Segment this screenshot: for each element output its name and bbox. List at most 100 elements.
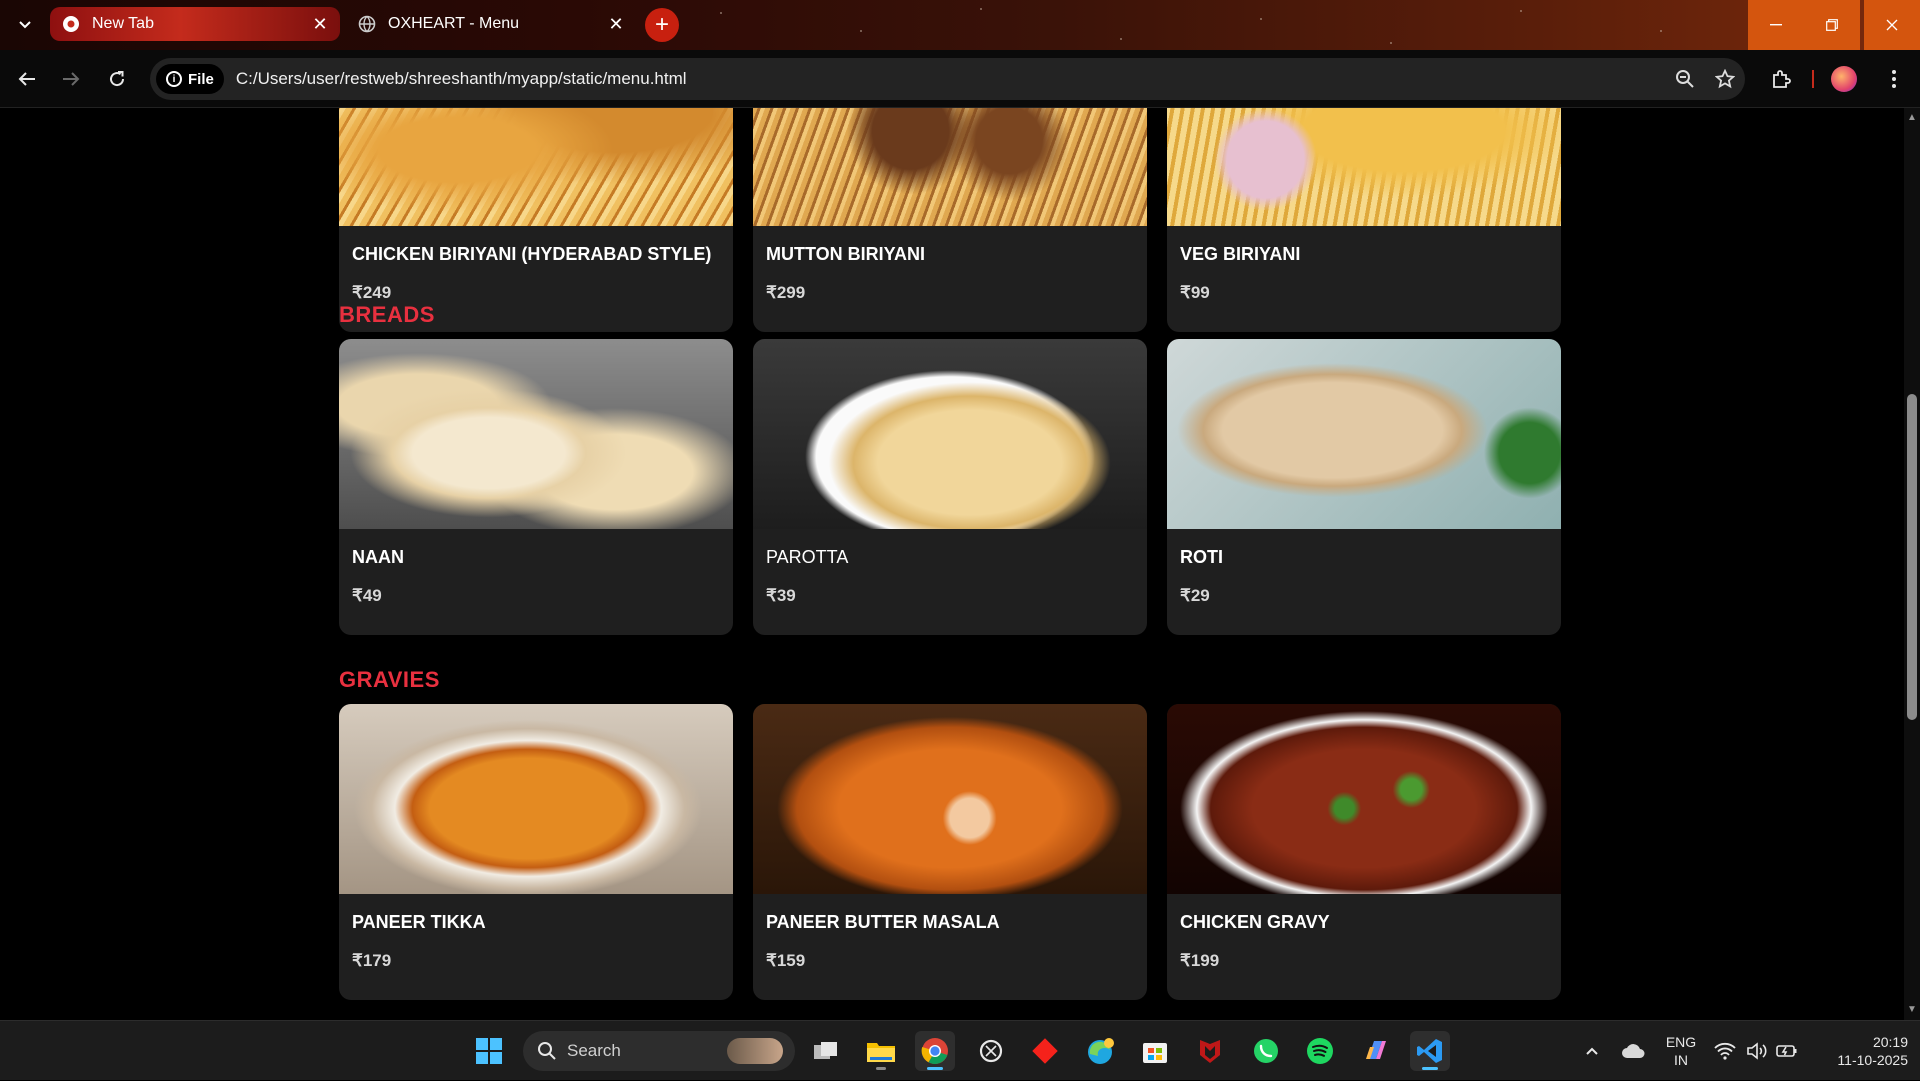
tab-oxheart-menu[interactable]: OXHEART - Menu ✕ [346, 7, 636, 41]
mcafee-button[interactable] [1190, 1031, 1230, 1071]
volume-button[interactable] [1744, 1021, 1770, 1081]
star-icon [1715, 69, 1735, 89]
taskbar-search[interactable]: Search [523, 1031, 795, 1071]
item-name: PANEER BUTTER MASALA [766, 912, 1000, 932]
volume-icon [1747, 1042, 1767, 1060]
whatsapp-icon [1254, 1039, 1278, 1063]
toolbar-separator [1812, 70, 1814, 88]
copilot-button[interactable] [1356, 1031, 1396, 1071]
browser-title-bar: New Tab ✕ OXHEART - Menu ✕ + [0, 0, 1920, 50]
task-view-icon [814, 1042, 837, 1059]
puzzle-icon [1773, 70, 1791, 88]
search-icon [538, 1042, 556, 1060]
item-price: ₹39 [766, 586, 796, 605]
spotify-icon [1307, 1038, 1333, 1064]
url-text[interactable]: C:/Users/user/restweb/shreeshanth/myapp/… [236, 69, 1665, 89]
item-name: MUTTON BIRIYANI [766, 244, 926, 264]
plus-icon: + [654, 11, 669, 38]
task-view-button[interactable] [806, 1031, 846, 1071]
copilot-icon [1366, 1041, 1386, 1059]
minimize-button[interactable] [1748, 0, 1804, 50]
close-icon[interactable]: ✕ [602, 10, 630, 38]
new-tab-button[interactable]: + [645, 8, 679, 42]
scroll-thumb[interactable] [1907, 394, 1917, 720]
close-window-button[interactable] [1864, 0, 1920, 50]
page-viewport: CHICKEN BIRIYANI (HYDERABAD STYLE) ₹249 … [0, 108, 1904, 1020]
item-name: CHICKEN BIRIYANI (HYDERABAD STYLE) [352, 244, 712, 264]
vscode-button[interactable] [1410, 1031, 1450, 1071]
restore-icon [1826, 19, 1838, 31]
menu-card[interactable]: CHICKEN BIRIYANI (HYDERABAD STYLE) ₹249 [339, 108, 733, 332]
section-title: BREADS [339, 302, 435, 327]
tab-title: OXHEART - Menu [388, 15, 520, 32]
mcafee-icon [1200, 1040, 1220, 1063]
food-image [339, 339, 733, 529]
network-button[interactable] [1712, 1021, 1738, 1081]
item-price: ₹199 [1180, 951, 1220, 970]
forward-button[interactable] [54, 62, 88, 96]
menu-card[interactable]: CHICKEN GRAVY ₹199 [1167, 704, 1561, 1000]
zoom-icon [1676, 70, 1694, 88]
chatgpt-button[interactable] [971, 1031, 1011, 1071]
wifi-icon [1714, 1042, 1736, 1060]
browser-toolbar: i File C:/Users/user/restweb/shreeshanth… [0, 50, 1920, 108]
browser-menu-button[interactable] [1876, 62, 1912, 96]
clock[interactable]: 20:19 11-10-2025 [1812, 1021, 1908, 1081]
zoom-button[interactable] [1665, 59, 1705, 99]
windows-logo-icon [476, 1038, 502, 1064]
restore-button[interactable] [1804, 0, 1860, 50]
scroll-up-icon[interactable]: ▲ [1904, 112, 1920, 124]
battery-charging-icon [1776, 1045, 1797, 1057]
search-highlight-image [727, 1038, 783, 1064]
item-price: ₹29 [1180, 586, 1210, 605]
address-bar[interactable]: i File C:/Users/user/restweb/shreeshanth… [150, 58, 1745, 100]
file-explorer-icon [867, 1043, 895, 1062]
back-button[interactable] [10, 62, 44, 96]
item-price: ₹299 [766, 283, 806, 302]
close-icon[interactable]: ✕ [306, 10, 334, 38]
reload-button[interactable] [100, 62, 134, 96]
menu-card[interactable]: MUTTON BIRIYANI ₹299 [753, 108, 1147, 332]
close-icon [1886, 19, 1898, 31]
spotify-button[interactable] [1300, 1031, 1340, 1071]
chrome-icon [921, 1038, 948, 1065]
language-code: ENG [1665, 1034, 1697, 1050]
more-vertical-icon [1892, 70, 1896, 88]
menu-card[interactable]: PANEER BUTTER MASALA ₹159 [753, 704, 1147, 1000]
site-chip-label: File [188, 70, 214, 88]
show-hidden-icons-button[interactable] [1580, 1021, 1604, 1081]
git-button[interactable] [1025, 1031, 1065, 1071]
extensions-button[interactable] [1763, 62, 1799, 96]
whatsapp-button[interactable] [1246, 1031, 1286, 1071]
scroll-down-icon[interactable]: ▼ [1904, 1004, 1920, 1016]
menu-card[interactable]: VEG BIRIYANI ₹99 [1167, 108, 1561, 332]
edge-button[interactable] [1081, 1031, 1121, 1071]
battery-button[interactable] [1774, 1021, 1800, 1081]
menu-card[interactable]: PANEER TIKKA ₹179 [339, 704, 733, 1000]
menu-card[interactable]: ROTI ₹29 [1167, 339, 1561, 635]
chatgpt-icon [979, 1039, 1003, 1063]
menu-card[interactable]: PAROTTA ₹39 [753, 339, 1147, 635]
vertical-scrollbar[interactable]: ▲ ▼ [1904, 108, 1920, 1020]
menu-card[interactable]: NAAN ₹49 [339, 339, 733, 635]
language-indicator[interactable]: ENG IN [1664, 1021, 1698, 1081]
food-image [339, 704, 733, 894]
section-title: GRAVIES [339, 667, 440, 692]
microsoft-store-button[interactable] [1135, 1031, 1175, 1071]
reload-icon [110, 71, 125, 87]
item-name: CHICKEN GRAVY [1180, 912, 1330, 932]
start-button[interactable] [469, 1031, 509, 1071]
tab-search-button[interactable] [10, 10, 40, 40]
tab-new-tab[interactable]: New Tab ✕ [50, 7, 340, 41]
item-name: ROTI [1180, 547, 1223, 567]
breads-section: BREADS NAAN ₹49 PAROTTA ₹39 ROTI ₹29 [339, 302, 1565, 635]
onedrive-button[interactable] [1618, 1021, 1648, 1081]
food-image [1167, 108, 1561, 226]
site-info-chip[interactable]: i File [156, 64, 224, 94]
item-name: PANEER TIKKA [352, 912, 486, 932]
avatar [1831, 66, 1857, 92]
profile-button[interactable] [1826, 62, 1862, 96]
chrome-taskbar-button[interactable] [915, 1031, 955, 1071]
bookmark-button[interactable] [1705, 59, 1745, 99]
file-explorer-button[interactable] [861, 1031, 901, 1071]
